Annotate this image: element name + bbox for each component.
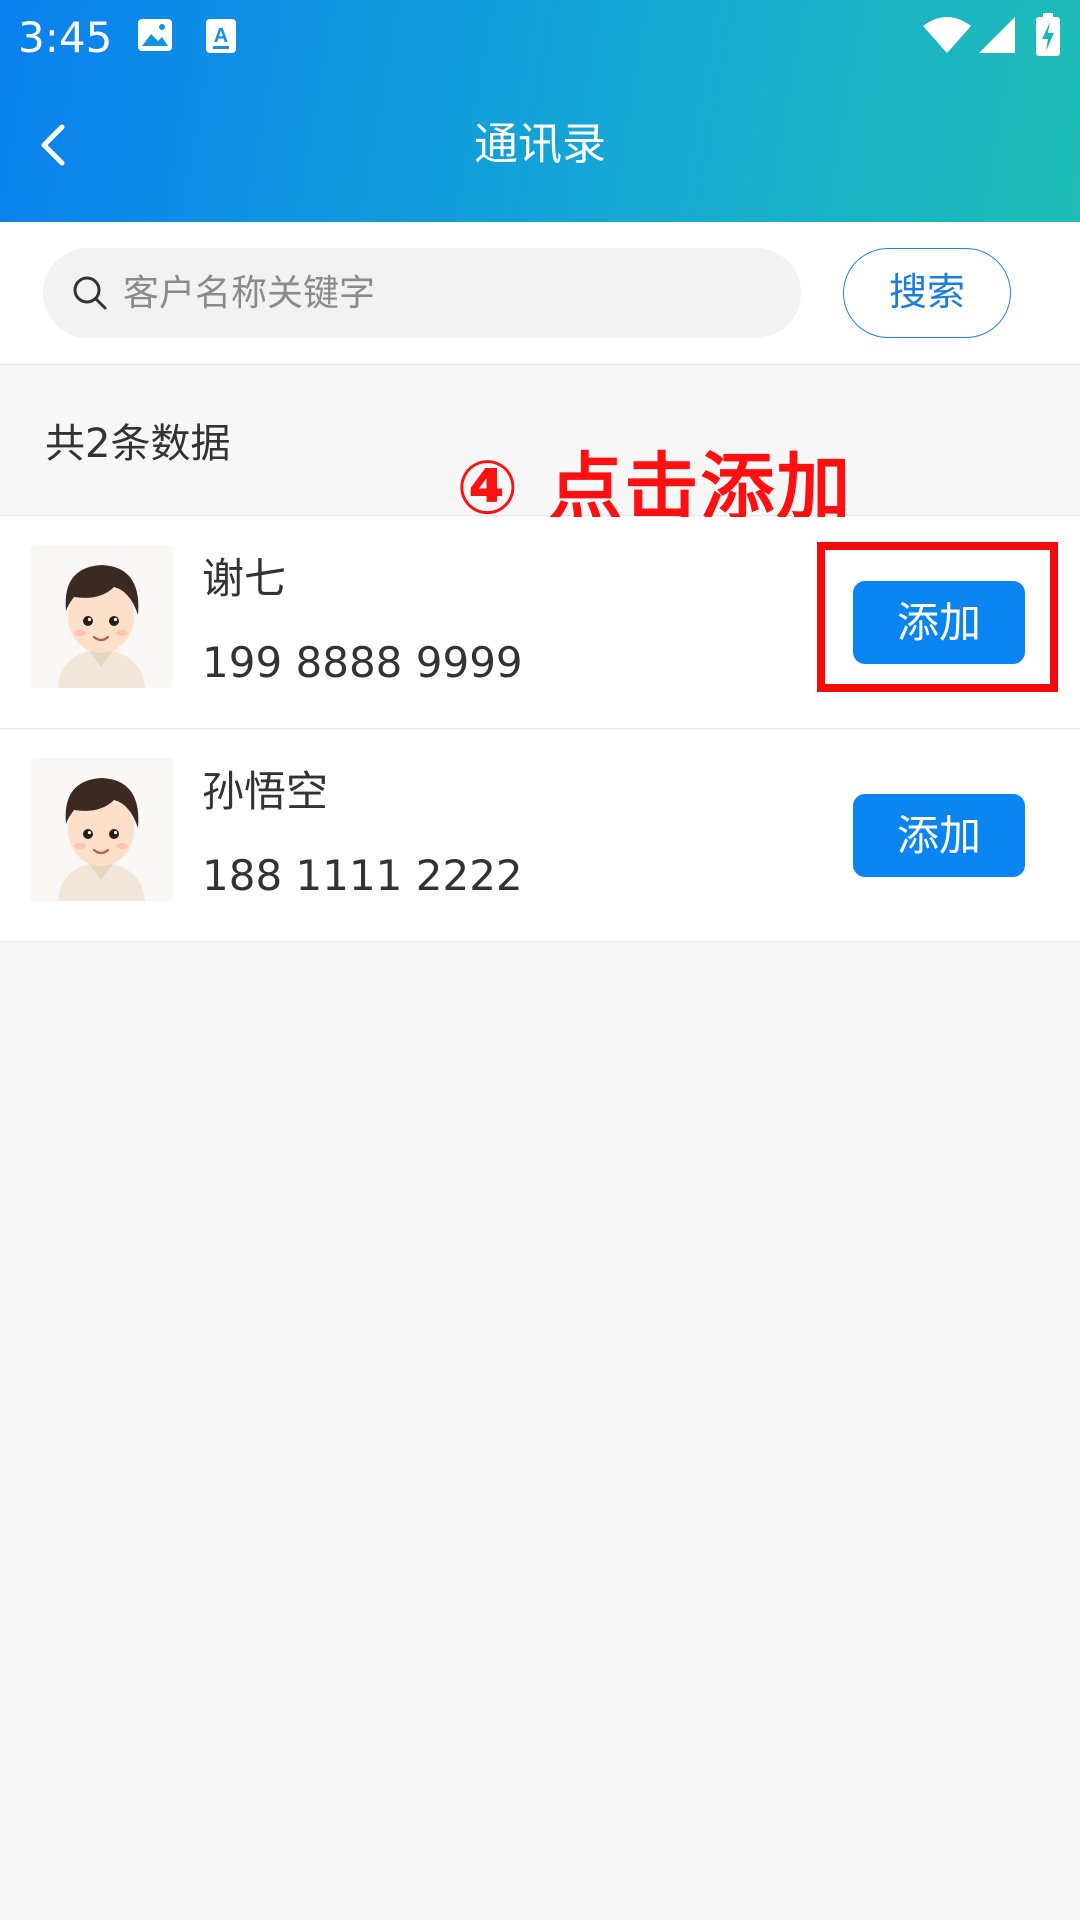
boy-avatar-icon [30, 545, 173, 688]
wifi-icon [923, 17, 971, 53]
boy-avatar-icon [30, 758, 173, 901]
signal-icon [979, 17, 1015, 53]
search-icon [73, 276, 107, 310]
svg-text:A: A [214, 25, 228, 47]
contact-phone: 188 1111 2222 [202, 851, 523, 900]
result-count: 共2条数据 [45, 421, 231, 467]
contact-name: 孙悟空 [202, 767, 329, 816]
contact-row: 孙悟空 188 1111 2222 添加 [0, 730, 1080, 942]
highlight-box [817, 542, 1058, 692]
search-field[interactable] [43, 248, 801, 338]
search-bar: 搜索 [0, 222, 1080, 365]
avatar [30, 758, 173, 901]
a-icon: A [206, 19, 236, 53]
battery-icon [1036, 13, 1060, 56]
page-title: 通讯录 [474, 119, 606, 170]
annotation-label: ④ 点击添加 [456, 445, 853, 531]
status-time: 3:45 [18, 13, 113, 62]
contact-name: 谢七 [202, 554, 287, 603]
image-icon [138, 19, 172, 51]
add-contact-button[interactable]: 添加 [853, 794, 1025, 877]
search-button[interactable]: 搜索 [843, 248, 1011, 338]
search-input[interactable] [121, 248, 781, 338]
contact-phone: 199 8888 9999 [202, 638, 523, 687]
app-header: 3:45 A 通讯录 [0, 0, 1080, 222]
avatar [30, 545, 173, 688]
